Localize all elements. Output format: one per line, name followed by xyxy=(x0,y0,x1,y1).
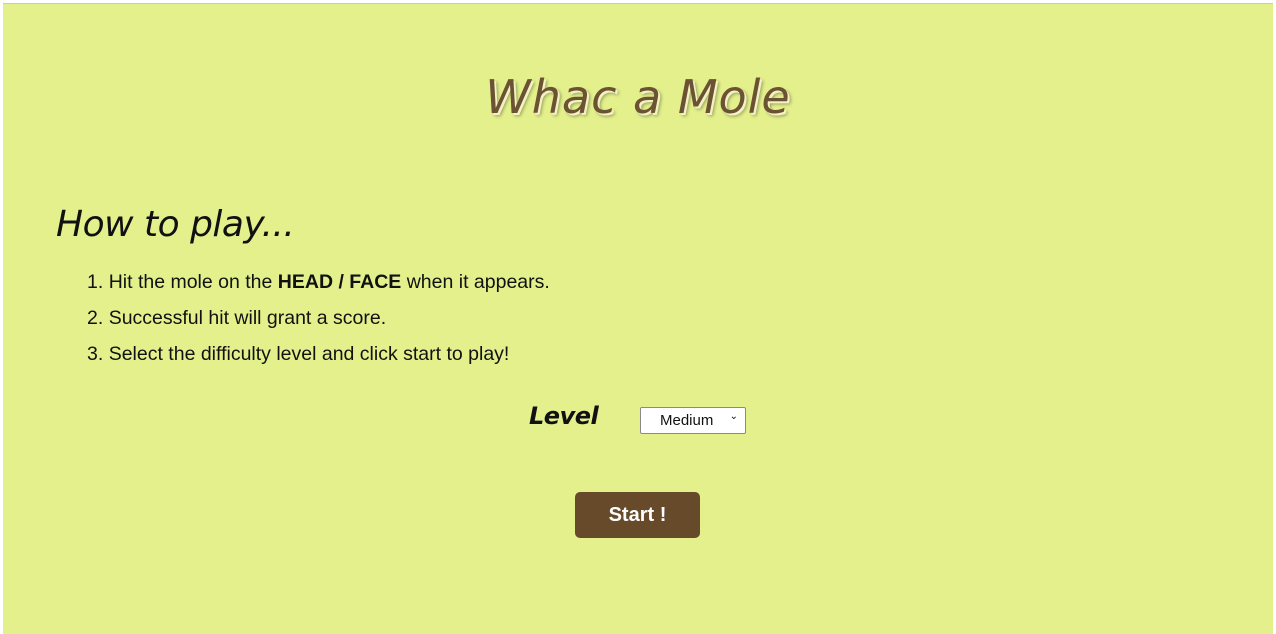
how-to-play-heading: How to play... xyxy=(56,204,295,245)
game-screen: Whac a Mole How to play... 1. Hit the mo… xyxy=(3,3,1273,634)
level-label: Level xyxy=(529,402,599,430)
instruction-text: Hit the mole on the xyxy=(108,271,278,293)
instruction-number: 3. xyxy=(87,343,104,365)
instruction-text: Select the difficulty level and click st… xyxy=(108,343,510,365)
instruction-item: 1. Hit the mole on the HEAD / FACE when … xyxy=(87,268,550,304)
chevron-down-icon: ⌄ xyxy=(729,411,738,422)
instruction-number: 1. xyxy=(87,271,104,293)
instructions-list: 1. Hit the mole on the HEAD / FACE when … xyxy=(87,268,550,376)
instruction-item: 3. Select the difficulty level and click… xyxy=(87,340,550,376)
level-selected-value: Medium xyxy=(660,412,714,429)
level-select[interactable]: Medium ⌄ xyxy=(640,407,746,434)
start-button[interactable]: Start ! xyxy=(575,492,700,538)
game-title: Whac a Mole xyxy=(485,70,791,124)
instruction-text: Successful hit will grant a score. xyxy=(108,307,387,329)
instruction-item: 2. Successful hit will grant a score. xyxy=(87,304,550,340)
instruction-number: 2. xyxy=(87,307,104,329)
instruction-emphasis: HEAD / FACE xyxy=(277,271,402,293)
instruction-text: when it appears. xyxy=(401,271,550,293)
